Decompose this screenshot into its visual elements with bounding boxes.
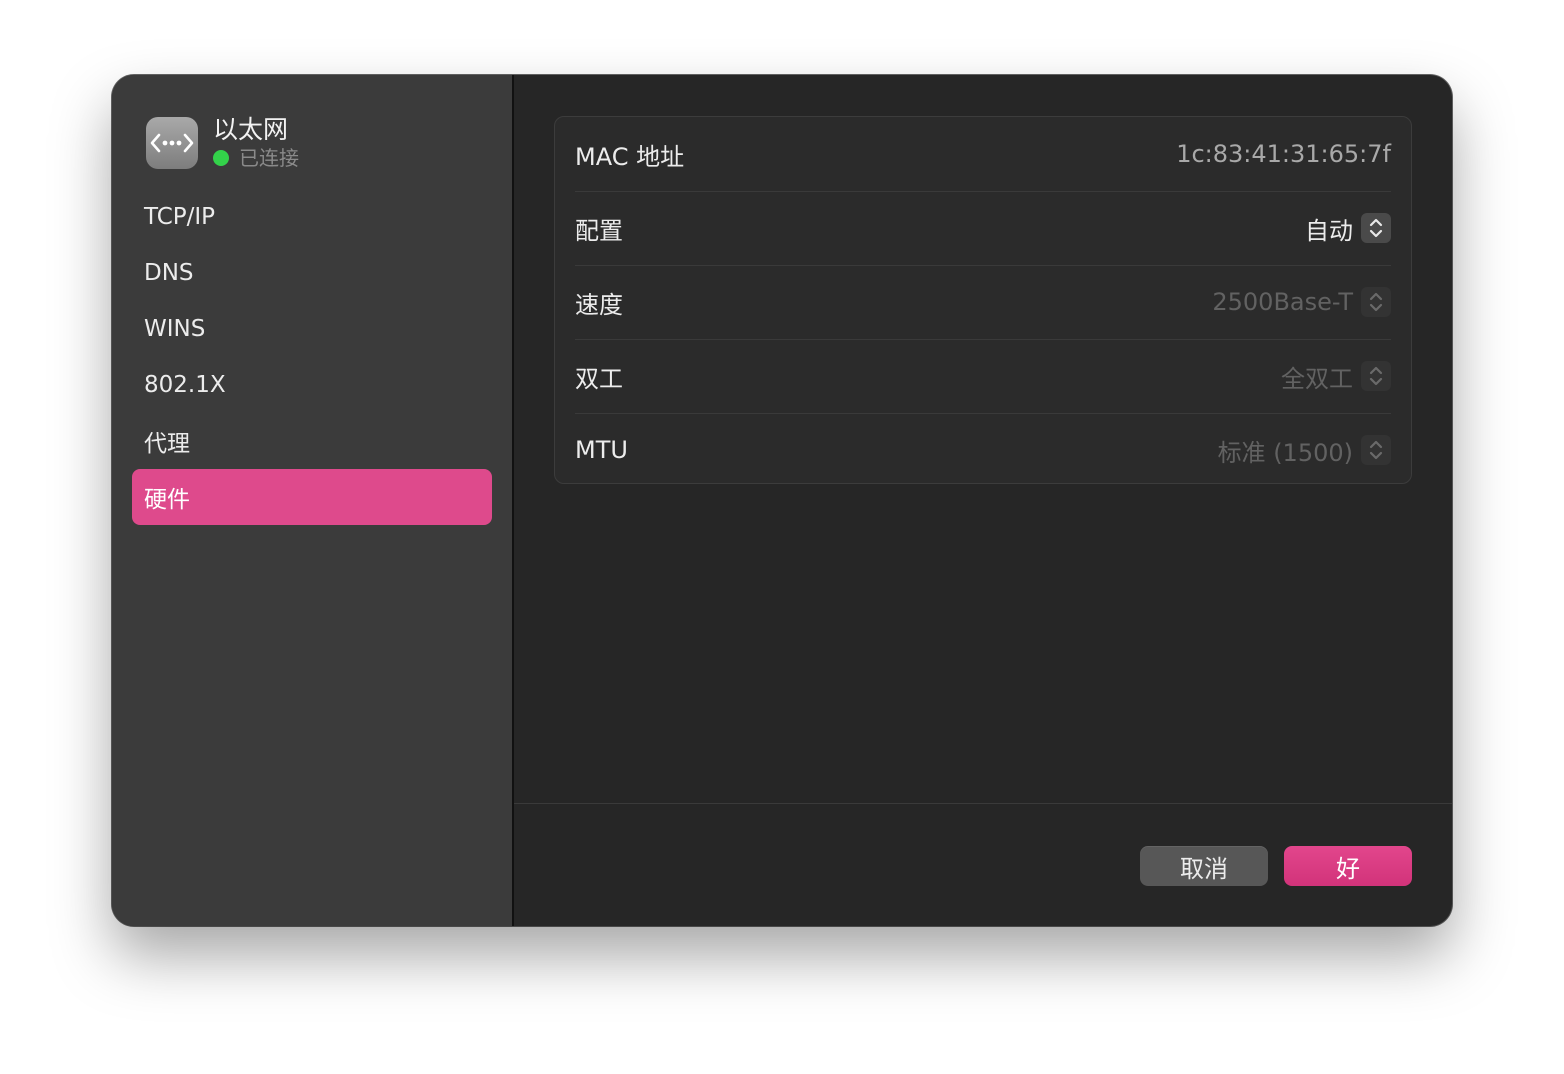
interface-title: 以太网 (213, 115, 289, 144)
mtu-label: MTU (575, 436, 628, 464)
sidebar-item-tcpip[interactable]: TCP/IP (132, 189, 492, 245)
chevron-up-down-icon (1361, 287, 1391, 317)
cancel-button[interactable]: 取消 (1140, 846, 1268, 886)
sidebar-item-dns[interactable]: DNS (132, 245, 492, 301)
footer-divider (514, 803, 1452, 804)
speed-value: 2500Base-T (1212, 288, 1353, 316)
speed-row: 速度 2500Base-T (575, 265, 1391, 340)
duplex-popup[interactable]: 全双工 (1281, 359, 1391, 394)
network-settings-window: 以太网 已连接 TCP/IP DNS WINS 802.1X 代理 硬件 MAC… (112, 75, 1452, 926)
connection-status: 已连接 (213, 146, 299, 170)
config-label: 配置 (575, 216, 623, 245)
ok-button[interactable]: 好 (1284, 846, 1412, 886)
content-pane: MAC 地址 1c:83:41:31:65:7f 配置 自动 速度 2500Ba… (514, 75, 1452, 926)
duplex-label: 双工 (575, 364, 623, 393)
sidebar-nav: TCP/IP DNS WINS 802.1X 代理 硬件 (132, 189, 492, 525)
config-row: 配置 自动 (575, 191, 1391, 266)
config-value: 自动 (1305, 216, 1353, 245)
mac-address-row: MAC 地址 1c:83:41:31:65:7f (575, 117, 1391, 192)
sidebar-title-block: 以太网 已连接 (213, 116, 299, 170)
status-text: 已连接 (239, 146, 299, 170)
mtu-value: 标准 (1500) (1217, 438, 1353, 467)
config-popup[interactable]: 自动 (1305, 211, 1391, 246)
duplex-row: 双工 全双工 (575, 339, 1391, 414)
chevron-up-down-icon (1361, 361, 1391, 391)
chevron-up-down-icon (1361, 435, 1391, 465)
status-dot-icon (213, 150, 229, 166)
sidebar-item-wins[interactable]: WINS (132, 301, 492, 357)
ethernet-icon (146, 117, 198, 169)
sidebar-item-8021x[interactable]: 802.1X (132, 357, 492, 413)
chevron-up-down-icon (1361, 213, 1391, 243)
mac-address-label: MAC 地址 (575, 142, 685, 171)
sidebar-item-hardware[interactable]: 硬件 (132, 469, 492, 525)
mac-address-value: 1c:83:41:31:65:7f (1176, 140, 1391, 168)
sidebar-header: 以太网 已连接 (146, 115, 299, 171)
sidebar: 以太网 已连接 TCP/IP DNS WINS 802.1X 代理 硬件 (112, 75, 514, 926)
speed-label: 速度 (575, 290, 623, 319)
mtu-row: MTU 标准 (1500) (575, 413, 1391, 487)
hardware-settings-group: MAC 地址 1c:83:41:31:65:7f 配置 自动 速度 2500Ba… (554, 116, 1412, 484)
mtu-popup[interactable]: 标准 (1500) (1218, 433, 1391, 468)
duplex-value: 全双工 (1281, 364, 1353, 393)
sidebar-item-proxy[interactable]: 代理 (132, 413, 492, 469)
speed-popup[interactable]: 2500Base-T (1212, 287, 1391, 317)
